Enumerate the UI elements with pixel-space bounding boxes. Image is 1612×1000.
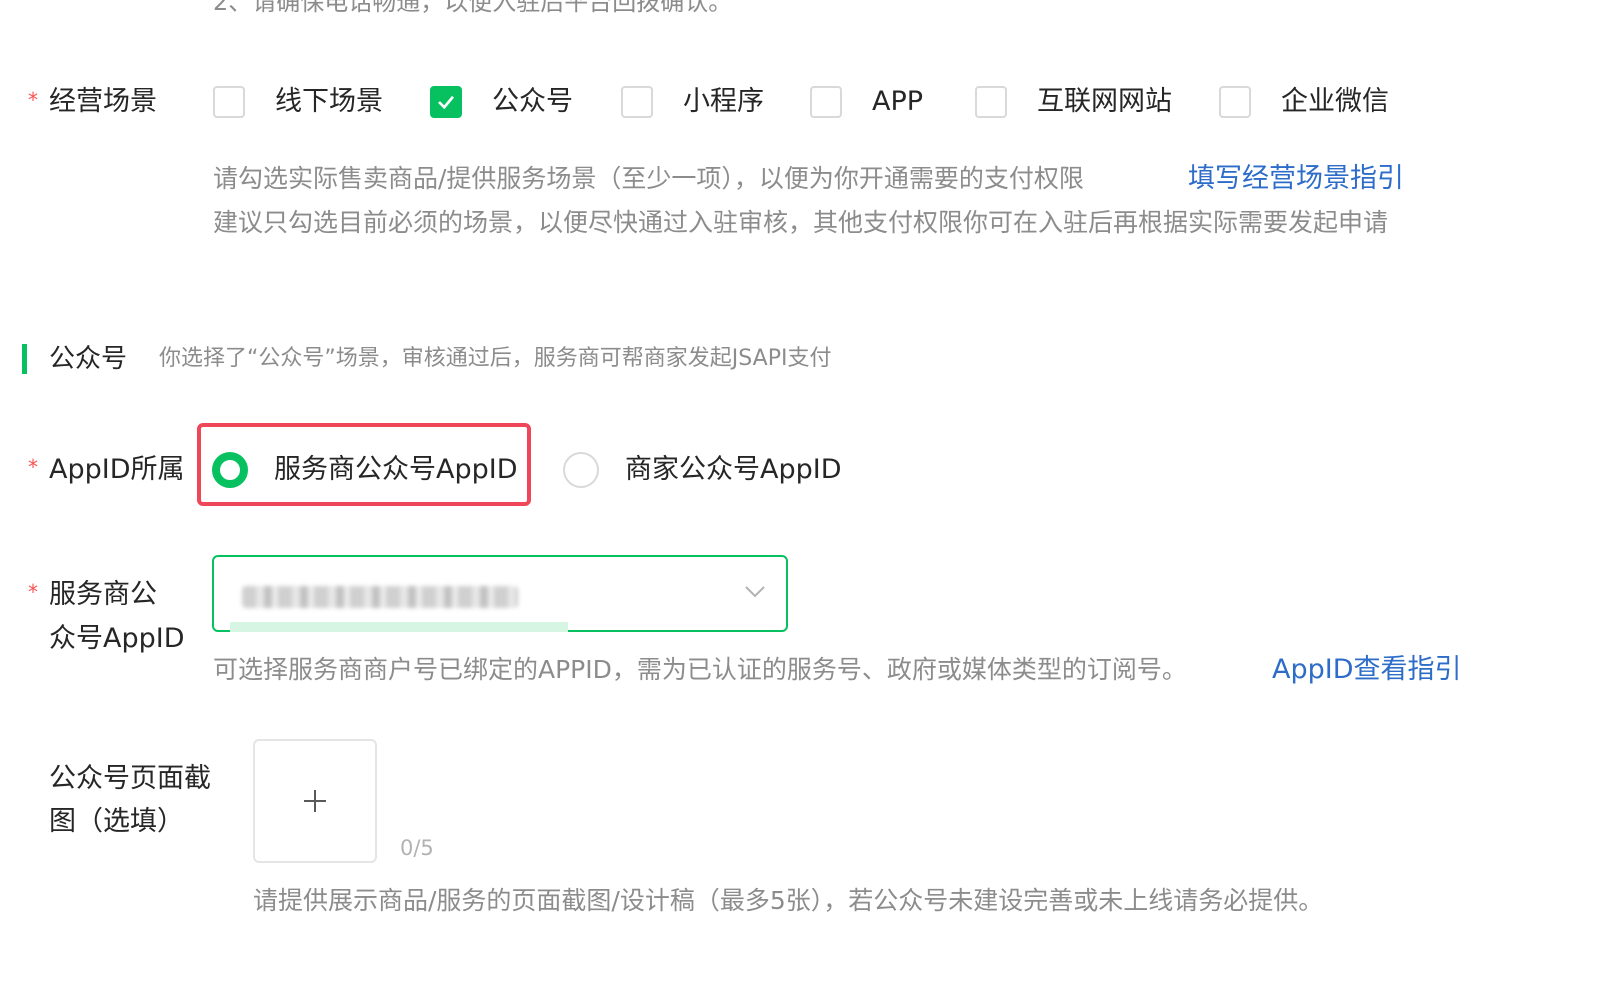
top-note-text: 2、请确保电话畅通，以便入驻后平台回拨确认。 [213, 0, 733, 16]
business-scene-hint: 请勾选实际售卖商品/提供服务场景（至少一项），以便为你开通需要的支付权限 [213, 164, 1084, 193]
radio-merchant-appid[interactable] [563, 452, 599, 488]
plus-icon [304, 790, 326, 812]
screenshot-hint: 请提供展示商品/服务的页面截图/设计稿（最多5张），若公众号未建设完善或未上线请… [253, 886, 1324, 915]
check-icon [438, 95, 455, 110]
radio-provider-appid-label[interactable]: 服务商公众号AppID [274, 456, 518, 483]
checkbox[interactable] [975, 86, 1007, 118]
chevron-down-icon[interactable] [744, 585, 766, 599]
scene-option-label[interactable]: 互联网网站 [1037, 88, 1172, 115]
checkbox[interactable] [213, 86, 245, 118]
checkbox[interactable] [1219, 86, 1251, 118]
provider-appid-label-1: 服务商公 [49, 579, 157, 610]
section-subtitle: 你选择了“公众号”场景，审核通过后，服务商可帮商家发起JSAPI支付 [159, 346, 832, 371]
scene-option-label[interactable]: 线下场景 [275, 88, 383, 115]
scene-option-label[interactable]: 企业微信 [1281, 88, 1389, 115]
scene-option-label[interactable]: 小程序 [683, 88, 764, 115]
scene-option-official-account[interactable] [430, 86, 462, 118]
business-scene-label: 经营场景 [49, 86, 157, 117]
scene-option-website[interactable] [975, 86, 1007, 118]
scene-option-label[interactable]: 公众号 [492, 88, 573, 115]
appid-guide-link[interactable]: AppID查看指引 [1272, 656, 1462, 683]
blurred-appid-value [242, 586, 518, 608]
scene-option-label[interactable]: APP [872, 88, 923, 115]
business-scene-hint-2: 建议只勾选目前必须的场景，以便尽快通过入驻审核，其他支付权限你可在入驻后再根据实… [213, 208, 1389, 237]
provider-appid-hint: 可选择服务商商户号已绑定的APPID，需为已认证的服务号、政府或媒体类型的订阅号… [213, 655, 1187, 684]
checkbox-checked[interactable] [430, 86, 462, 118]
section-accent-bar [22, 344, 27, 374]
upload-count: 0/5 [400, 836, 434, 860]
checkbox[interactable] [810, 86, 842, 118]
section-title: 公众号 [49, 344, 128, 374]
provider-appid-label-2: 众号AppID [49, 623, 185, 654]
scene-option-miniprogram[interactable] [621, 86, 653, 118]
provider-appid-select[interactable] [212, 555, 788, 632]
required-mark: * [28, 580, 38, 604]
radio-merchant-appid-label[interactable]: 商家公众号AppID [625, 456, 842, 483]
appid-owner-label: AppID所属 [49, 454, 185, 485]
screenshot-label-2: 图（选填） [49, 806, 184, 837]
screenshot-label-1: 公众号页面截 [49, 763, 211, 794]
upload-button[interactable] [253, 739, 377, 863]
scene-option-app[interactable] [810, 86, 842, 118]
checkbox[interactable] [621, 86, 653, 118]
select-underline [230, 622, 568, 632]
radio-provider-appid[interactable] [212, 452, 248, 488]
required-mark: * [28, 455, 38, 479]
business-scene-guide-link[interactable]: 填写经营场景指引 [1188, 165, 1404, 192]
required-mark: * [28, 88, 38, 112]
scene-option-offline[interactable] [213, 86, 245, 118]
scene-option-wecom[interactable] [1219, 86, 1251, 118]
